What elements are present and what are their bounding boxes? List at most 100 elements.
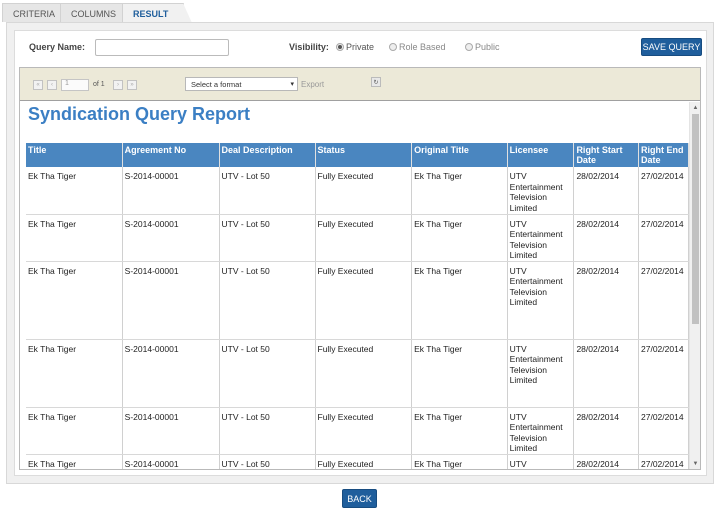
visibility-public-radio[interactable]: Public (465, 42, 500, 52)
table-row: Ek Tha Tiger S-2014-00001 UTV - Lot 50 F… (26, 407, 689, 455)
chevron-down-icon: ▾ (290, 81, 294, 88)
table-cell: Ek Tha Tiger (26, 454, 123, 469)
visibility-private-radio[interactable]: Private (336, 42, 374, 52)
radio-dot (389, 43, 397, 51)
back-button[interactable]: BACK (342, 489, 377, 508)
table-cell: Ek Tha Tiger (26, 261, 123, 340)
save-query-button[interactable]: SAVE QUERY (641, 38, 702, 56)
report-viewer: « ‹ 1 of 1 › » Select a format ▾ Export … (19, 67, 701, 470)
scrollbar-thumb[interactable] (692, 114, 699, 324)
table-row: Ek Tha Tiger S-2014-00001 UTV - Lot 50 F… (26, 454, 689, 469)
table-row: Ek Tha Tiger S-2014-00001 UTV - Lot 50 F… (26, 167, 689, 215)
table-cell: 27/02/2014 (638, 214, 689, 262)
table-cell: UTV Entertainment Television Limited (507, 261, 575, 340)
visibility-public-label: Public (475, 42, 500, 52)
visibility-role-based-radio[interactable]: Role Based (389, 42, 446, 52)
table-cell: Ek Tha Tiger (26, 407, 123, 455)
export-format-value: Select a format (191, 80, 242, 89)
table-cell: S-2014-00001 (122, 339, 220, 408)
table-cell: 27/02/2014 (638, 454, 689, 469)
table-cell: UTV Entertainment Television Limited (507, 167, 575, 215)
table-cell: Fully Executed (315, 339, 413, 408)
report-title: Syndication Query Report (28, 104, 251, 124)
last-page-icon[interactable]: » (127, 80, 137, 90)
table-cell: Fully Executed (315, 261, 413, 340)
table-row: Ek Tha Tiger S-2014-00001 UTV - Lot 50 F… (26, 339, 689, 408)
column-header: Licensee (507, 143, 575, 167)
query-result-page: CRITERIA COLUMNS RESULT Query Name: Visi… (0, 0, 720, 513)
table-cell: UTV - Lot 50 (219, 454, 316, 469)
table-row: Ek Tha Tiger S-2014-00001 UTV - Lot 50 F… (26, 261, 689, 340)
column-header: Status (315, 143, 413, 167)
column-header: Title (26, 143, 123, 167)
report-table: Title Agreement No Deal Description Stat… (26, 143, 689, 469)
result-panel: Query Name: Visibility: Private Role Bas… (6, 22, 714, 484)
table-cell: Ek Tha Tiger (411, 454, 508, 469)
table-cell: UTV - Lot 50 (219, 214, 316, 262)
next-page-icon[interactable]: › (113, 80, 123, 90)
table-cell: UTV Entertainment Television Limited (507, 214, 575, 262)
table-cell: Ek Tha Tiger (26, 339, 123, 408)
page-number-input[interactable]: 1 (61, 79, 89, 91)
table-cell: Ek Tha Tiger (411, 261, 508, 340)
first-page-icon[interactable]: « (33, 80, 43, 90)
column-header: Right End Date (638, 143, 689, 167)
refresh-icon[interactable]: ↻ (371, 77, 381, 87)
scroll-down-arrow-icon[interactable]: ▼ (691, 459, 700, 468)
table-cell: 28/02/2014 (573, 407, 639, 455)
prev-page-icon[interactable]: ‹ (47, 80, 57, 90)
table-cell: Ek Tha Tiger (411, 167, 508, 215)
table-cell: S-2014-00001 (122, 261, 220, 340)
table-cell: 28/02/2014 (573, 339, 639, 408)
table-row: Ek Tha Tiger S-2014-00001 UTV - Lot 50 F… (26, 214, 689, 262)
table-cell: S-2014-00001 (122, 407, 220, 455)
query-name-input[interactable] (95, 39, 229, 56)
table-cell: Ek Tha Tiger (26, 214, 123, 262)
visibility-role-based-label: Role Based (399, 42, 446, 52)
report-scrollbar[interactable]: ▲ ▼ (689, 102, 700, 469)
table-cell: 27/02/2014 (638, 339, 689, 408)
result-inner: Query Name: Visibility: Private Role Bas… (14, 30, 707, 476)
radio-dot (336, 43, 344, 51)
page-count-label: of 1 (93, 81, 105, 88)
column-header: Original Title (411, 143, 508, 167)
table-cell: UTV (507, 454, 575, 469)
table-cell: S-2014-00001 (122, 167, 220, 215)
table-cell: UTV - Lot 50 (219, 167, 316, 215)
table-cell: UTV - Lot 50 (219, 261, 316, 340)
table-cell: S-2014-00001 (122, 214, 220, 262)
table-cell: Ek Tha Tiger (411, 214, 508, 262)
table-cell: 28/02/2014 (573, 454, 639, 469)
table-cell: Fully Executed (315, 407, 413, 455)
visibility-label: Visibility: (289, 42, 329, 52)
tab-bar: CRITERIA COLUMNS RESULT (0, 0, 720, 23)
table-cell: 27/02/2014 (638, 261, 689, 340)
report-body: Syndication Query Report Title Agreement… (20, 102, 689, 469)
table-cell: 27/02/2014 (638, 167, 689, 215)
table-cell: 28/02/2014 (573, 167, 639, 215)
table-cell: Ek Tha Tiger (26, 167, 123, 215)
table-cell: UTV Entertainment Television Limited (507, 339, 575, 408)
table-cell: 28/02/2014 (573, 261, 639, 340)
column-header: Agreement No (122, 143, 220, 167)
table-cell: Ek Tha Tiger (411, 407, 508, 455)
table-cell: Fully Executed (315, 214, 413, 262)
table-header-row: Title Agreement No Deal Description Stat… (26, 143, 689, 167)
column-header: Deal Description (219, 143, 316, 167)
table-cell: UTV - Lot 50 (219, 407, 316, 455)
scroll-up-arrow-icon[interactable]: ▲ (691, 103, 700, 112)
table-cell: Fully Executed (315, 167, 413, 215)
export-format-select[interactable]: Select a format ▾ (185, 77, 298, 91)
query-name-label: Query Name: (29, 42, 86, 52)
table-cell: Ek Tha Tiger (411, 339, 508, 408)
table-cell: S-2014-00001 (122, 454, 220, 469)
tab-result[interactable]: RESULT (122, 3, 192, 23)
export-link[interactable]: Export (301, 80, 324, 89)
table-cell: 27/02/2014 (638, 407, 689, 455)
column-header: Right Start Date (573, 143, 639, 167)
table-cell: UTV Entertainment Television Limited (507, 407, 575, 455)
radio-dot (465, 43, 473, 51)
report-toolbar: « ‹ 1 of 1 › » Select a format ▾ Export … (20, 68, 700, 101)
tab-criteria[interactable]: CRITERIA (2, 3, 62, 22)
table-cell: Fully Executed (315, 454, 413, 469)
